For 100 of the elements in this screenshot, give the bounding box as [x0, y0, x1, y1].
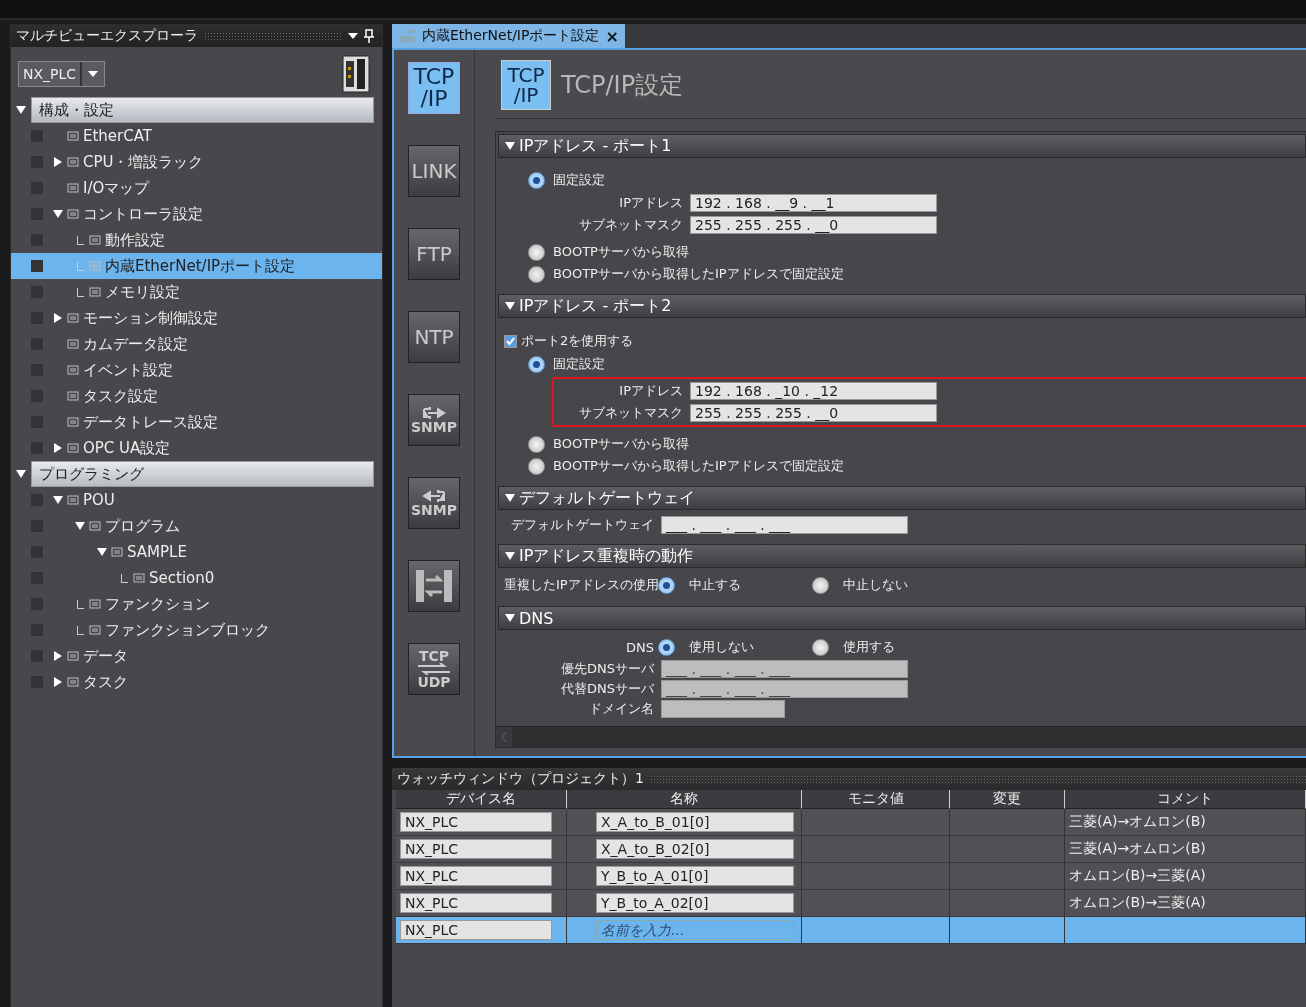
name-field[interactable]: Y_B_to_A_01[0]: [596, 866, 794, 886]
checkbox[interactable]: [504, 334, 517, 348]
device-field[interactable]: NX_PLC: [400, 839, 552, 859]
name-field[interactable]: Y_B_to_A_02[0]: [596, 893, 794, 913]
nav-button[interactable]: [408, 560, 460, 612]
expand-arrow-icon[interactable]: [16, 105, 26, 115]
nav-button[interactable]: SNMP: [408, 477, 460, 529]
nav-button[interactable]: TCP UDP: [408, 643, 460, 695]
pin-icon[interactable]: [364, 29, 374, 43]
radio-button[interactable]: [528, 265, 545, 283]
column-header[interactable]: 名称: [567, 790, 802, 809]
field-label: サブネットマスク: [578, 216, 683, 234]
expand-arrow-icon[interactable]: [53, 495, 63, 505]
column-header[interactable]: デバイス名: [396, 790, 567, 809]
radio-label: BOOTPサーバから取得したIPアドレスで固定設定: [553, 265, 844, 283]
expand-arrow-icon[interactable]: [53, 443, 63, 453]
radio-button[interactable]: [528, 243, 545, 261]
expand-arrow-icon[interactable]: [53, 157, 63, 167]
name-field[interactable]: X_A_to_B_01[0]: [596, 812, 794, 832]
device-field[interactable]: NX_PLC: [400, 866, 552, 886]
collapse-arrow-icon[interactable]: [505, 141, 515, 151]
device-field[interactable]: NX_PLC: [400, 920, 552, 940]
group-header[interactable]: 構成・設定: [31, 97, 374, 123]
tree-node-icon: [67, 676, 79, 688]
expand-arrow-icon[interactable]: [53, 651, 63, 661]
column-header[interactable]: モニタ値: [802, 790, 950, 809]
radio-button[interactable]: [812, 576, 829, 594]
tree-item[interactable]: 動作設定: [11, 227, 382, 253]
section-header[interactable]: IPアドレス - ポート2: [498, 294, 1306, 318]
section-header[interactable]: IPアドレス重複時の動作: [498, 544, 1306, 568]
tree-item[interactable]: イベント設定: [11, 357, 382, 383]
device-dropdown[interactable]: NX_PLC: [18, 61, 106, 87]
column-header[interactable]: 変更: [950, 790, 1065, 809]
input-field[interactable]: 255 . 255 . 255 . __0: [690, 216, 937, 234]
tree-item[interactable]: データトレース設定: [11, 409, 382, 435]
tree-item[interactable]: コントローラ設定: [11, 201, 382, 227]
tree-item[interactable]: I/Oマップ: [11, 175, 382, 201]
caret-icon[interactable]: [88, 70, 99, 78]
collapse-arrow-icon[interactable]: [505, 551, 515, 561]
input-field[interactable]: ___ . ___ . ___ . ___: [661, 516, 908, 534]
expand-arrow-icon[interactable]: [75, 521, 85, 531]
radio-button[interactable]: [528, 355, 545, 373]
radio-button[interactable]: [658, 638, 675, 656]
tree-item[interactable]: EtherCAT: [11, 123, 382, 149]
network-icon: [398, 29, 416, 43]
collapse-arrow-icon[interactable]: [505, 301, 515, 311]
tree-item[interactable]: モーション制御設定: [11, 305, 382, 331]
tree-item[interactable]: 内蔵EtherNet/IPポート設定: [11, 253, 382, 279]
expand-arrow-icon[interactable]: [53, 209, 63, 219]
dropdown-arrow-icon[interactable]: [348, 32, 358, 40]
collapse-arrow-icon[interactable]: [505, 613, 515, 623]
name-field[interactable]: X_A_to_B_02[0]: [596, 839, 794, 859]
input-field[interactable]: 255 . 255 . 255 . __0: [690, 404, 937, 422]
tree-item[interactable]: ファンクション: [11, 591, 382, 617]
tree-item[interactable]: OPC UA設定: [11, 435, 382, 461]
table-cell: 三菱(A)→オムロン(B): [1065, 809, 1306, 836]
tree-node-icon: [133, 572, 145, 584]
nav-button[interactable]: FTP: [408, 228, 460, 280]
arrow-icon: [422, 489, 446, 503]
nav-button[interactable]: LINK: [408, 145, 460, 197]
name-field[interactable]: 名前を入力...: [596, 920, 794, 940]
radio-button[interactable]: [812, 638, 829, 656]
field-label: DNS: [625, 639, 654, 655]
expand-arrow-icon[interactable]: [97, 547, 107, 557]
nav-button[interactable]: NTP: [408, 311, 460, 363]
column-header[interactable]: コメント: [1065, 790, 1306, 809]
close-button[interactable]: ×: [605, 26, 619, 46]
expand-arrow-icon[interactable]: [53, 313, 63, 323]
collapse-arrow-icon[interactable]: [505, 493, 515, 503]
radio-button[interactable]: [528, 457, 545, 475]
expand-arrow-icon[interactable]: [16, 469, 26, 479]
horizontal-scrollbar[interactable]: [496, 726, 1306, 747]
expand-arrow-icon[interactable]: [53, 677, 63, 687]
section-header[interactable]: DNS: [498, 606, 1306, 630]
section-header[interactable]: IPアドレス - ポート1: [498, 134, 1306, 158]
input-field[interactable]: 192 . 168 . __9 . __1: [690, 194, 937, 212]
device-field[interactable]: NX_PLC: [400, 812, 552, 832]
tree-item[interactable]: CPU・増設ラック: [11, 149, 382, 175]
tree-node-icon: [89, 520, 101, 532]
tree-item[interactable]: タスク設定: [11, 383, 382, 409]
radio-button[interactable]: [528, 435, 545, 453]
radio-button[interactable]: [528, 171, 545, 189]
tree-item[interactable]: ファンクションブロック: [11, 617, 382, 643]
group-header[interactable]: プログラミング: [31, 461, 374, 487]
device-field[interactable]: NX_PLC: [400, 893, 552, 913]
tree-item[interactable]: POU: [11, 487, 382, 513]
tree-item[interactable]: データ: [11, 643, 382, 669]
input-field[interactable]: 192 . 168 . _10 . _12: [690, 382, 937, 400]
nav-button[interactable]: TCP /IP: [408, 62, 460, 114]
tree-item[interactable]: SAMPLE: [11, 539, 382, 565]
section-header[interactable]: デフォルトゲートウェイ: [498, 486, 1306, 510]
radio-button[interactable]: [658, 576, 675, 594]
tree-item[interactable]: Section0: [11, 565, 382, 591]
tree-item[interactable]: カムデータ設定: [11, 331, 382, 357]
tree-item[interactable]: メモリ設定: [11, 279, 382, 305]
editor-tab[interactable]: 内蔵EtherNet/IPポート設定 ×: [392, 24, 625, 48]
tree-node-icon: [67, 494, 79, 506]
tree-item[interactable]: タスク: [11, 669, 382, 695]
tree-item[interactable]: プログラム: [11, 513, 382, 539]
nav-button[interactable]: SNMP: [408, 394, 460, 446]
